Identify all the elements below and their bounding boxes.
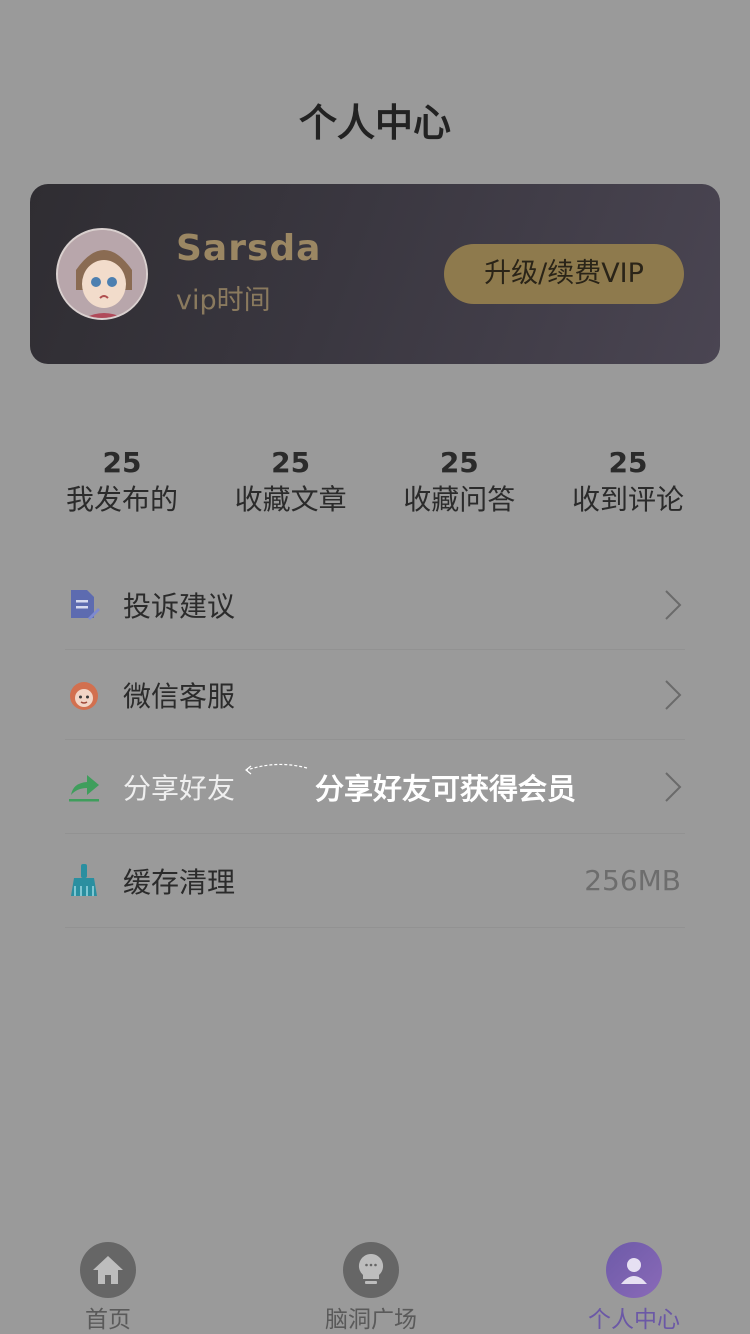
menu-label: 投诉建议: [123, 589, 236, 623]
menu-item-wechat-service[interactable]: 微信客服: [65, 650, 685, 740]
tab-label: 脑洞广场: [325, 1307, 417, 1333]
share-hint-text: 分享好友可获得会员: [315, 771, 577, 806]
menu-label: 微信客服: [123, 679, 236, 713]
menu-label: 缓存清理: [123, 865, 236, 899]
menu-list: 投诉建议 微信客服 分享好友 分享好友可获得会员 缓存清理 256MB: [65, 560, 685, 928]
chevron-right-icon: [665, 771, 682, 802]
stat-label: 收到评论: [571, 483, 684, 516]
stat-saved-articles[interactable]: 25 收藏文章: [207, 446, 375, 520]
stat-label: 收藏文章: [234, 483, 347, 516]
tab-label: 首页: [85, 1307, 131, 1333]
upgrade-vip-button[interactable]: 升级/续费VIP: [444, 244, 684, 304]
menu-label: 分享好友: [123, 771, 236, 805]
vip-card: Sarsda vip时间 升级/续费VIP: [30, 184, 720, 364]
cache-size-value: 256MB: [584, 864, 681, 897]
chevron-right-icon: [665, 589, 682, 620]
stat-my-posts[interactable]: 25 我发布的: [38, 446, 206, 520]
stat-received-comments[interactable]: 25 收到评论: [544, 446, 712, 520]
user-name: Sarsda: [176, 228, 322, 269]
tab-home[interactable]: 首页: [28, 1242, 188, 1334]
chevron-right-icon: [665, 679, 682, 710]
avatar-image: [58, 230, 146, 318]
tab-brainstorm[interactable]: 脑洞广场: [291, 1242, 451, 1334]
stat-label: 收藏问答: [403, 483, 516, 516]
stat-value: 25: [608, 446, 648, 479]
vip-time-label: vip时间: [176, 285, 271, 316]
avatar[interactable]: [56, 228, 148, 320]
menu-item-share[interactable]: 分享好友 分享好友可获得会员: [65, 740, 685, 834]
customer-service-icon: [67, 678, 101, 712]
stat-value: 25: [271, 446, 311, 479]
stats-row: 25 我发布的 25 收藏文章 25 收藏问答 25 收到评论: [38, 446, 712, 520]
document-edit-icon: [67, 588, 101, 622]
broom-icon: [67, 863, 101, 898]
stat-value: 25: [439, 446, 479, 479]
curved-arrow-icon: [245, 763, 308, 775]
menu-item-complaint[interactable]: 投诉建议: [65, 560, 685, 650]
bottom-tab-bar: 首页 脑洞广场 个人中心: [0, 1236, 750, 1334]
home-icon: [80, 1242, 136, 1298]
stat-saved-qa[interactable]: 25 收藏问答: [375, 446, 543, 520]
share-icon: [67, 770, 101, 804]
user-icon: [606, 1242, 662, 1298]
tab-label: 个人中心: [588, 1307, 680, 1333]
tab-profile[interactable]: 个人中心: [554, 1242, 714, 1334]
menu-item-cache[interactable]: 缓存清理 256MB: [65, 834, 685, 928]
stat-label: 我发布的: [65, 483, 178, 516]
lightbulb-icon: [343, 1242, 399, 1298]
stat-value: 25: [102, 446, 142, 479]
page-title: 个人中心: [298, 101, 451, 145]
